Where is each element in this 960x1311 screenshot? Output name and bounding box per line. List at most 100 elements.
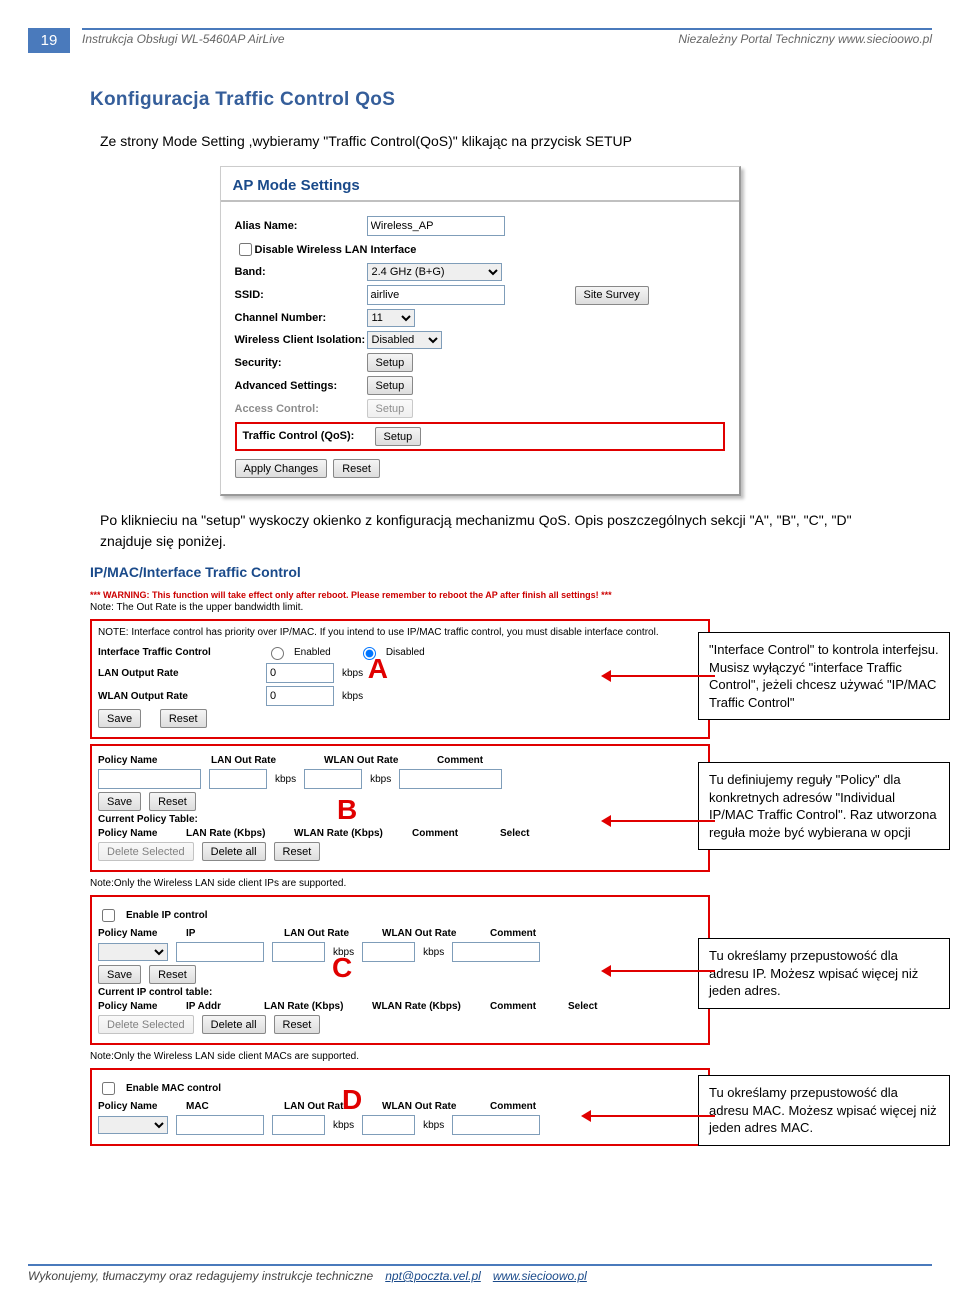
isolation-select[interactable]: Disabled [367, 331, 442, 349]
band-select[interactable]: 2.4 GHz (B+G) [367, 263, 502, 281]
channel-label: Channel Number: [235, 312, 367, 324]
note-a: NOTE: Interface control has priority ove… [98, 627, 702, 638]
letter-a: A [368, 653, 388, 685]
traffic-control-panel: IP/MAC/Interface Traffic Control *** WAR… [90, 560, 710, 1146]
traffic-control-label: Traffic Control (QoS): [243, 430, 375, 442]
apply-button[interactable]: Apply Changes [235, 459, 328, 478]
letter-d: D [342, 1084, 362, 1116]
tc-title: IP/MAC/Interface Traffic Control [90, 560, 710, 584]
header-left: Instrukcja Obsługi WL-5460AP AirLive [82, 32, 285, 46]
isolation-label: Wireless Client Isolation: [235, 334, 367, 346]
ap-mode-panel: AP Mode Settings Alias Name: Disable Wir… [220, 166, 741, 496]
ssid-input[interactable] [367, 285, 505, 305]
section-a: NOTE: Interface control has priority ove… [90, 619, 710, 739]
lan-d-input[interactable] [272, 1115, 325, 1135]
security-label: Security: [235, 357, 367, 369]
annotation-d: Tu określamy przepustowość dla adresu MA… [698, 1075, 950, 1146]
reset-c-button[interactable]: Reset [149, 965, 196, 984]
comment-d-input[interactable] [452, 1115, 540, 1135]
intro-text: Ze strony Mode Setting ,wybieramy "Traff… [0, 131, 960, 152]
enable-ip-label: Enable IP control [126, 910, 208, 921]
note-c: Note:Only the Wireless LAN side client I… [90, 878, 710, 889]
delete-selected-c[interactable]: Delete Selected [98, 1015, 194, 1034]
lan-c-input[interactable] [272, 942, 325, 962]
disabled-label: Disabled [386, 647, 425, 658]
after-text: Po kliknieciu na "setup" wyskoczy okienk… [0, 510, 960, 552]
traffic-control-highlight: Traffic Control (QoS):Setup [235, 422, 725, 451]
alias-label: Alias Name: [235, 220, 367, 232]
footer-url[interactable]: www.siecioowo.pl [493, 1269, 587, 1283]
document-page: 19 Instrukcja Obsługi WL-5460AP AirLive … [0, 0, 960, 1311]
policy-select-d[interactable] [98, 1116, 168, 1134]
section-d: Enable MAC control Policy NameMACLAN Out… [90, 1068, 710, 1146]
enable-ip-checkbox[interactable] [102, 909, 115, 922]
disable-wlan-checkbox[interactable] [239, 243, 252, 256]
policy-select-c[interactable] [98, 943, 168, 961]
channel-select[interactable]: 11 [367, 309, 415, 327]
note-d: Note:Only the Wireless LAN side client M… [90, 1051, 710, 1062]
section-heading: Konfiguracja Traffic Control QoS [90, 89, 960, 111]
header: 19 Instrukcja Obsługi WL-5460AP AirLive … [0, 0, 960, 53]
delete-all-c[interactable]: Delete all [202, 1015, 266, 1034]
annotation-c: Tu określamy przepustowość dla adresu IP… [698, 938, 950, 1009]
comment-input-b[interactable] [399, 769, 502, 789]
annotation-a: "Interface Control" to kontrola interfej… [698, 632, 950, 720]
advanced-setup-button[interactable]: Setup [367, 376, 414, 395]
mac-input[interactable] [176, 1115, 264, 1135]
current-ip-label: Current IP control table: [98, 987, 702, 998]
header-line: Instrukcja Obsługi WL-5460AP AirLive Nie… [82, 28, 932, 46]
lan-out-input-b[interactable] [209, 769, 267, 789]
save-a-button[interactable]: Save [98, 709, 141, 728]
site-survey-button[interactable]: Site Survey [575, 286, 649, 305]
lan-rate-input[interactable] [266, 663, 334, 683]
reset-b2-button[interactable]: Reset [274, 842, 321, 861]
ssid-label: SSID: [235, 289, 367, 301]
enabled-radio[interactable] [271, 647, 284, 660]
arrow-c [605, 970, 715, 972]
advanced-label: Advanced Settings: [235, 380, 367, 392]
header-right: Niezależny Portal Techniczny www.siecioo… [678, 32, 932, 46]
page-number: 19 [28, 28, 70, 53]
policy-name-input[interactable] [98, 769, 201, 789]
reset-button[interactable]: Reset [333, 459, 380, 478]
wlan-rate-label: WLAN Output Rate [98, 691, 258, 702]
save-c-button[interactable]: Save [98, 965, 141, 984]
enabled-label: Enabled [294, 647, 331, 658]
lan-rate-label: LAN Output Rate [98, 668, 258, 679]
wlan-rate-input[interactable] [266, 686, 334, 706]
wlan-out-input-b[interactable] [304, 769, 362, 789]
wlan-c-input[interactable] [362, 942, 415, 962]
enable-mac-label: Enable MAC control [126, 1083, 221, 1094]
reset-c2-button[interactable]: Reset [274, 1015, 321, 1034]
save-b-button[interactable]: Save [98, 792, 141, 811]
enable-mac-checkbox[interactable] [102, 1082, 115, 1095]
note-outrate: Note: The Out Rate is the upper bandwidt… [90, 602, 710, 613]
access-ctrl-label: Access Control: [235, 403, 367, 415]
reset-a-button[interactable]: Reset [160, 709, 207, 728]
arrow-b [605, 820, 715, 822]
alias-input[interactable] [367, 216, 505, 236]
annotation-b: Tu definiujemy reguły "Policy" dla konkr… [698, 762, 950, 850]
comment-c-input[interactable] [452, 942, 540, 962]
arrow-a [605, 675, 715, 677]
delete-all-b[interactable]: Delete all [202, 842, 266, 861]
panel-body: Alias Name: Disable Wireless LAN Interfa… [221, 202, 739, 494]
footer-email[interactable]: npt@poczta.vel.pl [385, 1269, 481, 1283]
wlan-d-input[interactable] [362, 1115, 415, 1135]
traffic-setup-button[interactable]: Setup [375, 427, 422, 446]
delete-selected-b[interactable]: Delete Selected [98, 842, 194, 861]
arrow-d [585, 1115, 715, 1117]
access-setup-button[interactable]: Setup [367, 399, 414, 418]
warning-text: *** WARNING: This function will take eff… [90, 590, 710, 600]
disable-wlan-label: Disable Wireless LAN Interface [255, 244, 417, 256]
letter-b: B [337, 794, 357, 826]
panel-title: AP Mode Settings [221, 167, 739, 202]
itc-label: Interface Traffic Control [98, 647, 258, 658]
reset-b-button[interactable]: Reset [149, 792, 196, 811]
ip-input[interactable] [176, 942, 264, 962]
security-setup-button[interactable]: Setup [367, 353, 414, 372]
footer: Wykonujemy, tłumaczymy oraz redagujemy i… [28, 1264, 932, 1283]
footer-text: Wykonujemy, tłumaczymy oraz redagujemy i… [28, 1269, 373, 1283]
band-label: Band: [235, 266, 367, 278]
letter-c: C [332, 952, 352, 984]
